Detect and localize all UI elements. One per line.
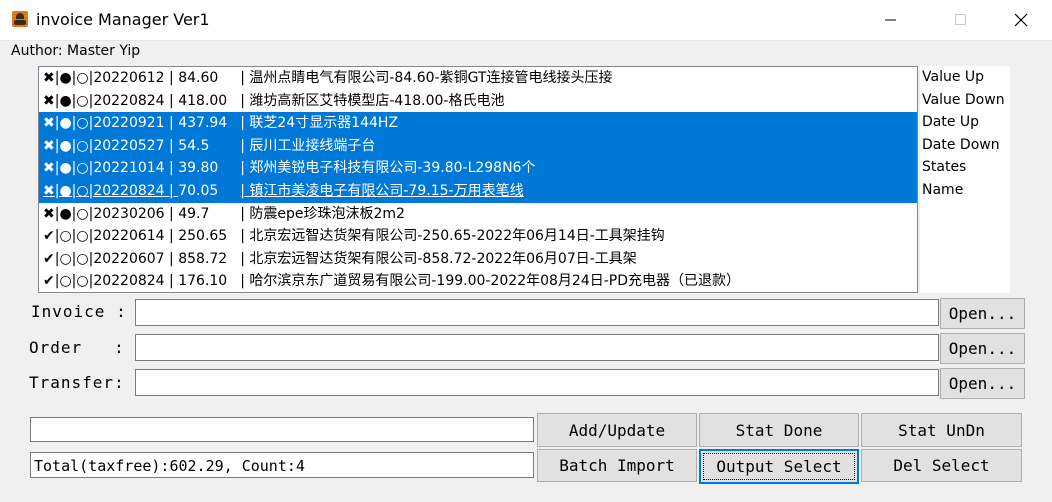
- row-description: | 北京宏远智达货架有限公司-250.65-2022年06月14日-工具架挂钩: [240, 228, 665, 245]
- invoice-row[interactable]: ✔|○|○|20220607 | 858.72 | 北京宏远智达货架有限公司-85…: [39, 248, 917, 271]
- output-select-button[interactable]: Output Select: [699, 449, 859, 484]
- invoice-row[interactable]: ✖|●|○|20220824 | 418.00 | 潍坊高新区艾特模型店-418.…: [39, 90, 917, 113]
- row-flags: |●|○|: [54, 115, 94, 132]
- minimize-icon: [885, 19, 896, 21]
- invoice-row[interactable]: ✖|●|○|20220921 | 437.94 | 联芝24寸显示器144HZ: [39, 112, 917, 135]
- cross-icon: ✖: [43, 92, 55, 109]
- cross-icon: ✖: [43, 182, 55, 199]
- cross-icon: ✖: [43, 70, 55, 86]
- minimize-button[interactable]: [868, 0, 914, 40]
- order-path-input[interactable]: [135, 334, 939, 361]
- row-amount: 858.72: [178, 250, 228, 267]
- row-flags: |●|○|: [54, 137, 94, 154]
- transfer-open-button[interactable]: Open...: [940, 368, 1025, 399]
- check-icon: ✔: [43, 273, 55, 290]
- row-amount: 84.60: [178, 70, 219, 86]
- sort-option[interactable]: Value Up: [920, 66, 1010, 89]
- row-date: 20220824: [93, 92, 165, 109]
- cross-icon: ✖: [43, 205, 55, 222]
- sort-options-list[interactable]: Value Up Value Down Date Up Date Down States…: [920, 66, 1010, 293]
- row-date: 20220612: [93, 70, 165, 86]
- invoice-row[interactable]: ✖|●|○|20220612 | 84.60 | 温州点睛电气有限公司-84.60…: [39, 67, 917, 90]
- check-icon: ✔: [43, 250, 55, 267]
- entry-input[interactable]: [30, 417, 534, 442]
- order-label: Order :: [29, 338, 125, 357]
- sort-option[interactable]: Name: [920, 179, 1010, 202]
- row-flags: |○|○|: [54, 250, 94, 267]
- sort-option[interactable]: Date Down: [920, 134, 1010, 157]
- maximize-button[interactable]: [938, 0, 984, 40]
- row-amount: 176.10: [178, 273, 228, 290]
- total-status: Total(taxfree):602.29, Count:4: [30, 452, 534, 478]
- invoice-row[interactable]: ✔|○|○|20220824 | 176.10 | 哈尔滨京东广道贸易有限公司-1…: [39, 270, 917, 292]
- order-open-button[interactable]: Open...: [940, 333, 1025, 364]
- row-date: 20230206: [93, 205, 165, 222]
- row-amount: 418.00: [178, 92, 228, 109]
- row-description: | 镇江市美凌电子有限公司-79.15-万用表笔线: [240, 182, 524, 199]
- row-date: 20221014: [93, 160, 165, 177]
- row-description: | 哈尔滨京东广道贸易有限公司-199.00-2022年08月24日-PD充电器…: [240, 273, 741, 290]
- cross-icon: ✖: [43, 115, 55, 132]
- row-amount: 39.80: [178, 160, 219, 177]
- author-label: Author: Master Yip: [11, 43, 141, 59]
- invoice-label: Invoice :: [31, 302, 127, 321]
- row-flags: |●|○|: [54, 205, 94, 222]
- row-amount: 49.7: [178, 205, 210, 222]
- row-date: 20220614: [93, 228, 165, 245]
- row-date: 20220921: [93, 115, 165, 132]
- invoice-row[interactable]: ✖|●|○|20220824 | 70.05 | 镇江市美凌电子有限公司-79.1…: [39, 179, 917, 203]
- row-description: | 辰川工业接线端子台: [240, 137, 376, 154]
- transfer-label: Transfer:: [29, 373, 125, 392]
- row-date: 20220824: [93, 273, 165, 290]
- menu-bar: Author: Master Yip: [0, 41, 1052, 63]
- close-button[interactable]: [998, 0, 1044, 40]
- window-title: invoice Manager Ver1: [36, 10, 210, 29]
- close-icon: [1014, 13, 1028, 27]
- stat-done-button[interactable]: Stat Done: [699, 413, 859, 447]
- row-flags: |●|○|: [54, 70, 94, 86]
- row-amount: 70.05: [178, 182, 219, 199]
- row-description: | 联芝24寸显示器144HZ: [240, 115, 399, 132]
- invoice-row[interactable]: ✖|●|○|20221014 | 39.80 | 郑州美锐电子科技有限公司-39.…: [39, 157, 917, 180]
- row-flags: |●|○|: [54, 160, 94, 177]
- cross-icon: ✖: [43, 137, 55, 154]
- row-flags: |●|○|: [54, 92, 94, 109]
- row-amount: 54.5: [178, 137, 210, 154]
- row-description: | 郑州美锐电子科技有限公司-39.80-L298N6个: [240, 160, 536, 177]
- add-update-button[interactable]: Add/Update: [537, 413, 697, 447]
- row-description: | 温州点睛电气有限公司-84.60-紫铜GT连接管电线接头压接: [240, 70, 613, 86]
- invoice-open-button[interactable]: Open...: [940, 298, 1025, 329]
- transfer-path-input[interactable]: [135, 369, 939, 396]
- invoice-path-input[interactable]: [135, 299, 939, 326]
- row-date: 20220607: [93, 250, 165, 267]
- row-date: 20220824: [93, 182, 165, 199]
- row-date: 20220527: [93, 137, 165, 154]
- row-amount: 250.65: [178, 228, 228, 245]
- row-flags: |○|○|: [54, 273, 94, 290]
- batch-import-button[interactable]: Batch Import: [537, 449, 697, 482]
- row-description: | 北京宏远智达货架有限公司-858.72-2022年06月07日-工具架: [240, 250, 637, 267]
- row-flags: |○|○|: [54, 228, 94, 245]
- invoice-list[interactable]: ✖|●|○|20220612 | 84.60 | 温州点睛电气有限公司-84.60…: [38, 66, 918, 293]
- maximize-icon: [955, 14, 966, 25]
- title-bar[interactable]: invoice Manager Ver1: [0, 0, 1052, 41]
- check-icon: ✔: [43, 228, 55, 245]
- stat-undn-button[interactable]: Stat UnDn: [861, 413, 1022, 447]
- invoice-row[interactable]: ✖|●|○|20220527 | 54.5 | 辰川工业接线端子台: [39, 134, 917, 158]
- sort-option[interactable]: States: [920, 156, 1010, 179]
- invoice-row[interactable]: ✖|●|○|20230206 | 49.7 | 防震epe珍珠泡沫板2m2: [39, 203, 917, 226]
- cross-icon: ✖: [43, 160, 55, 177]
- sort-option[interactable]: Date Up: [920, 111, 1010, 134]
- del-select-button[interactable]: Del Select: [861, 449, 1022, 482]
- row-flags: |●|○|: [54, 182, 94, 199]
- row-description: | 潍坊高新区艾特模型店-418.00-格氏电池: [240, 92, 505, 109]
- invoice-row[interactable]: ✔|○|○|20220614 | 250.65 | 北京宏远智达货架有限公司-25…: [39, 225, 917, 248]
- app-icon: [12, 11, 28, 27]
- row-amount: 437.94: [178, 115, 228, 132]
- row-description: | 防震epe珍珠泡沫板2m2: [240, 205, 405, 222]
- sort-option[interactable]: Value Down: [920, 89, 1010, 112]
